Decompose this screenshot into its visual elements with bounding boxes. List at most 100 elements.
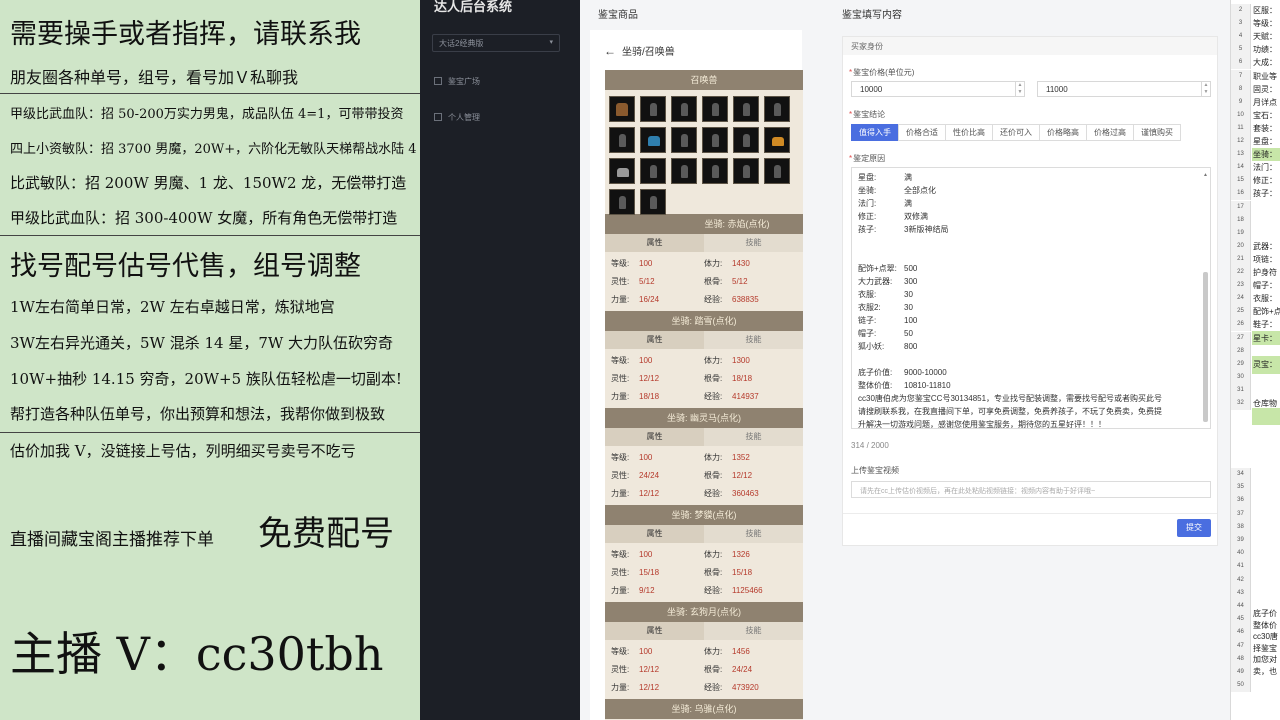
pet-slot[interactable] <box>671 96 697 122</box>
tab-skills[interactable]: 技能 <box>704 331 803 349</box>
pets-header: 召唤兽 <box>605 70 803 90</box>
cell-value[interactable]: 整体价 <box>1253 620 1277 631</box>
version-select[interactable]: 大话2经典版 ▾ <box>432 34 560 52</box>
stat-label: 等级: <box>611 453 630 462</box>
tab-attributes[interactable]: 属性 <box>605 234 704 252</box>
pet-slot[interactable] <box>733 127 759 153</box>
cell-value[interactable]: 等级： <box>1253 18 1277 29</box>
pet-slot[interactable] <box>609 96 635 122</box>
cell-value[interactable]: 孩子： <box>1253 188 1277 199</box>
tab-attributes[interactable]: 属性 <box>605 331 704 349</box>
spreadsheet-strip: 2 区服： 3 等级： 4 天赋： 5 功绩： 6 大成： 7 职业等 8 固灵： 9 月详点 10 宝石： 11 套… <box>1230 0 1280 720</box>
price-max-stepper[interactable]: ▲ ▼ <box>1201 82 1210 96</box>
cell-value[interactable]: 法门： <box>1253 162 1277 173</box>
cell-value[interactable]: 护身符 <box>1253 267 1277 278</box>
cell-value[interactable]: 月详点 <box>1253 97 1277 108</box>
pet-slot[interactable] <box>702 158 728 184</box>
back-button[interactable]: ← 坐骑/召唤兽 <box>604 43 675 58</box>
cell-value[interactable]: 项链： <box>1253 254 1277 265</box>
required-mark: * <box>849 154 853 163</box>
pet-slot[interactable] <box>640 127 666 153</box>
cell-value[interactable]: 修正： <box>1253 175 1277 186</box>
pet-slot[interactable] <box>609 127 635 153</box>
conclusion-option-good-value[interactable]: 性价比高 <box>945 124 993 141</box>
cell-value[interactable]: 配饰+点 <box>1253 306 1280 317</box>
stat-value: 1300 <box>732 356 750 365</box>
stat-label: 根骨: <box>704 665 723 674</box>
cell-value[interactable]: 大成： <box>1253 57 1277 68</box>
pet-slot[interactable] <box>764 96 790 122</box>
tab-attributes[interactable]: 属性 <box>605 525 704 543</box>
cell-value[interactable]: 仓库物 <box>1253 398 1277 409</box>
pet-slot[interactable] <box>733 158 759 184</box>
cell-value[interactable]: 底子价 <box>1253 608 1277 619</box>
cell-value[interactable]: 星盘： <box>1253 136 1277 147</box>
scroll-up-icon[interactable]: ▲ <box>1203 172 1208 178</box>
pet-slot[interactable] <box>671 127 697 153</box>
stat-value: 1326 <box>732 550 750 559</box>
stat-label: 力量: <box>611 586 630 595</box>
conclusion-option-worth-buying[interactable]: 值得入手 <box>851 124 899 141</box>
pet-slot[interactable] <box>764 127 790 153</box>
cell-value[interactable]: 武器： <box>1253 241 1277 252</box>
cell-value[interactable]: 帽子： <box>1253 280 1277 291</box>
pet-slot[interactable] <box>609 189 635 215</box>
stat-value: 100 <box>639 259 653 268</box>
stat-value: 638835 <box>732 295 759 304</box>
price-min-stepper[interactable]: ▲ ▼ <box>1015 82 1024 96</box>
nav-item-personal[interactable]: 个人管理 <box>434 112 480 123</box>
promo-line: 甲级比武血队：招 300-400W 女魔，所有角色无偿带打造 <box>10 209 398 227</box>
pet-slot[interactable] <box>702 127 728 153</box>
conclusion-option-slightly-high[interactable]: 价格略高 <box>1039 124 1087 141</box>
cell-value[interactable]: 星卡： <box>1253 333 1277 344</box>
pet-slot[interactable] <box>764 158 790 184</box>
cell-value[interactable]: 功绩： <box>1253 44 1277 55</box>
cell-value[interactable]: 天赋： <box>1253 31 1277 42</box>
reason-key: 衣服2: <box>858 303 881 312</box>
price-max-input[interactable]: 11000 ▲ ▼ <box>1037 81 1211 97</box>
pet-slot[interactable] <box>609 158 635 184</box>
pet-slot[interactable] <box>733 96 759 122</box>
reason-textarea[interactable]: 星盘: 满 坐骑: 全部点化 法门: 满 修正: 双修满 孩子: 3新版神结局 配饰+点翠… <box>851 167 1211 429</box>
stat-value: 15/18 <box>732 568 753 577</box>
nav-item-appraisal-square[interactable]: 鉴宝广场 <box>434 76 480 87</box>
pet-slot[interactable] <box>702 96 728 122</box>
conclusion-option-bargain[interactable]: 还价可入 <box>992 124 1040 141</box>
mount-tabs: 属性 技能 <box>605 234 803 252</box>
cell-value[interactable]: 区服： <box>1253 5 1277 16</box>
reason-key: 帽子: <box>858 329 877 338</box>
cell-value[interactable]: 灵宝： <box>1253 359 1277 370</box>
pet-slot[interactable] <box>640 189 666 215</box>
cell-value[interactable]: 加您对 <box>1253 654 1277 665</box>
cell-value[interactable]: 卖，也 <box>1253 666 1277 677</box>
price-min-input[interactable]: 10000 ▲ ▼ <box>851 81 1025 97</box>
conclusion-option-fair-price[interactable]: 价格合适 <box>898 124 946 141</box>
tab-skills[interactable]: 技能 <box>704 622 803 640</box>
row-number: 31 <box>1231 383 1251 397</box>
cell-value[interactable]: 套装： <box>1253 123 1277 134</box>
cell-value[interactable]: 坐骑： <box>1253 149 1277 160</box>
cell-value[interactable]: 择鉴宝 <box>1253 643 1277 654</box>
tab-attributes[interactable]: 属性 <box>605 622 704 640</box>
cell-value[interactable]: 衣服： <box>1253 293 1277 304</box>
tab-skills[interactable]: 技能 <box>704 234 803 252</box>
cell-value[interactable]: 固灵： <box>1253 84 1277 95</box>
submit-button[interactable]: 提交 <box>1177 519 1211 537</box>
mount-tabs: 属性 技能 <box>605 331 803 349</box>
pet-slot[interactable] <box>640 158 666 184</box>
scroll-thumb[interactable] <box>1203 272 1208 422</box>
conclusion-option-cautious[interactable]: 谨慎购买 <box>1133 124 1181 141</box>
conclusion-option-too-high[interactable]: 价格过高 <box>1086 124 1134 141</box>
pet-slot[interactable] <box>640 96 666 122</box>
tab-skills[interactable]: 技能 <box>704 525 803 543</box>
cell-value[interactable]: 鞋子： <box>1253 319 1277 330</box>
video-link-input[interactable]: 请先在cc上传估价视频后，再在此处粘贴视频链接：视频内容有助于好评哦~ <box>851 481 1211 498</box>
cell-value[interactable]: 职业等 <box>1253 71 1277 82</box>
tab-attributes[interactable]: 属性 <box>605 428 704 446</box>
tab-skills[interactable]: 技能 <box>704 428 803 446</box>
cell-value[interactable]: 宝石： <box>1253 110 1277 121</box>
cell-value[interactable]: cc30唐 <box>1253 631 1278 642</box>
stat-value: 16/24 <box>639 295 660 304</box>
reason-scrollbar[interactable]: ▲ <box>1203 172 1208 422</box>
pet-slot[interactable] <box>671 158 697 184</box>
